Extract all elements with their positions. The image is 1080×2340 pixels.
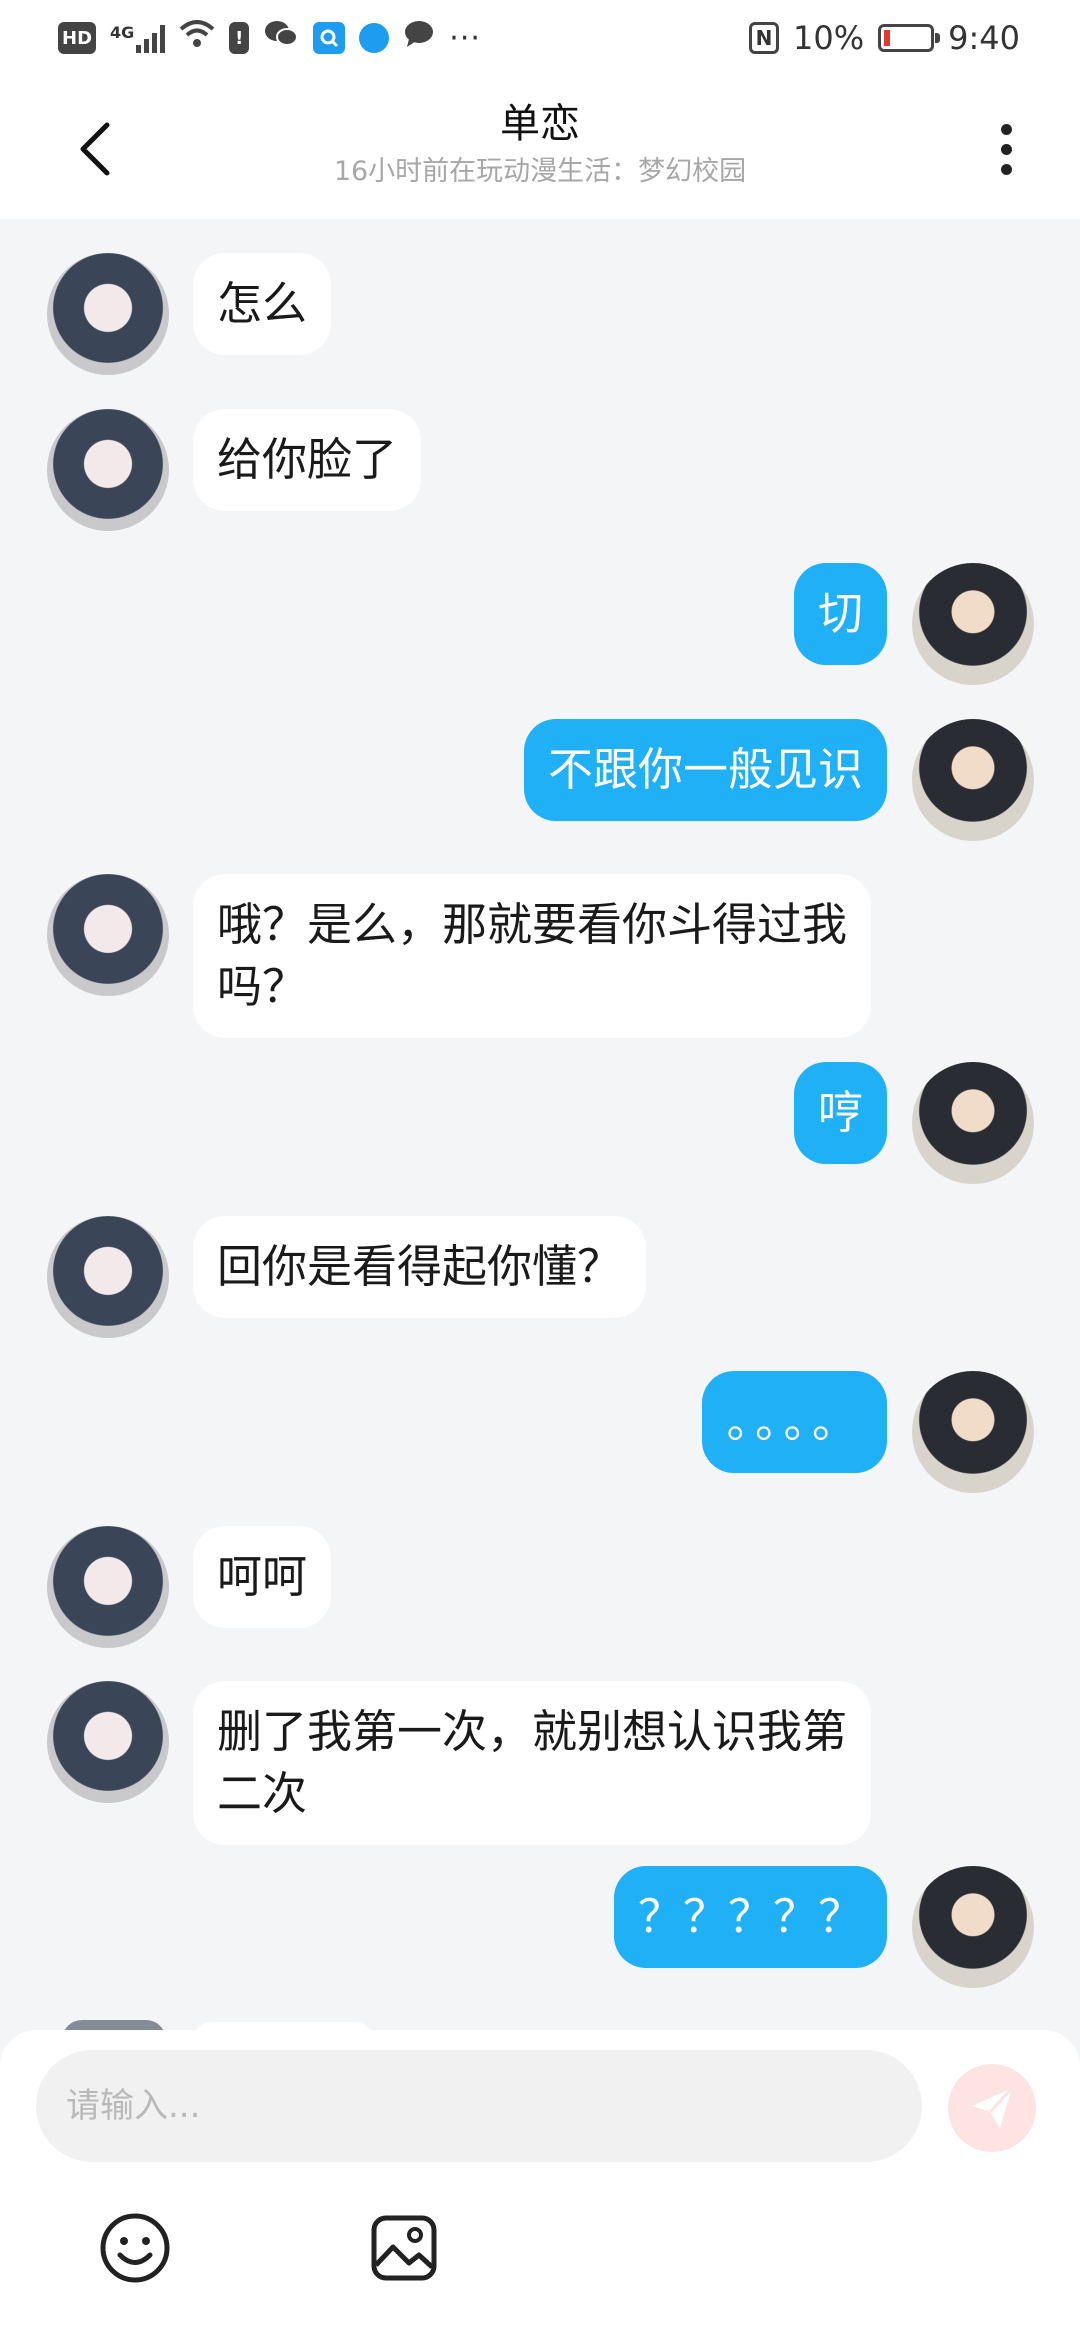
message-bubble[interactable]: 删了我第一次，就别想认识我第 二次 [193,1681,872,1845]
emoji-icon [100,2213,170,2283]
network-type: 4G [110,23,135,42]
wifi-icon [179,19,215,57]
composer [0,2030,1080,2340]
more-button[interactable] [976,114,1036,184]
send-button[interactable] [948,2064,1036,2152]
browser-icon [359,23,390,53]
emoji-button[interactable] [95,2208,175,2288]
send-icon [972,2086,1014,2128]
my-avatar[interactable] [912,1062,1034,1184]
message-bubble[interactable]: 。。。。 [702,1371,887,1473]
message-bubble[interactable]: 哦？是么，那就要看你斗得过我 吗？ [193,874,872,1038]
message-bubble[interactable]: 不跟你一般见识 [523,719,887,821]
page-title: 单恋 [500,101,580,147]
message-bubble[interactable]: 回你是看得起你懂？ [193,1216,647,1318]
contact-avatar[interactable] [47,409,169,531]
message-bubble[interactable]: 哼 [793,1062,887,1164]
message-bubble[interactable]: 怎么 [193,253,332,355]
wechat-icon [263,19,299,57]
more-vertical-icon [1000,123,1012,135]
hd-icon: HD [58,22,97,54]
4g-signal-icon: 4G [110,23,166,53]
message-bubble[interactable]: 切 [793,563,887,665]
more-dots-icon: ··· [449,20,481,56]
image-icon [371,2215,437,2281]
clock: 9:40 [948,19,1020,57]
chat-header: 单恋 16小时前在玩动漫生活：梦幻校园 [0,76,1080,219]
my-avatar[interactable] [912,563,1034,685]
message-bubble[interactable]: ？？？？？ [613,1866,887,1968]
contact-avatar[interactable] [47,874,169,996]
contact-avatar[interactable] [47,1681,169,1803]
status-bar-right: N 10% 9:40 [749,19,1020,57]
contact-avatar[interactable] [47,1216,169,1338]
message-bubble[interactable]: 呵呵 [193,1526,332,1628]
status-bar-left: HD 4G ! ··· [58,19,481,57]
message-list[interactable]: 怎么 给你脸了 切 不跟你一般见识 哦？是么，那就要看你斗得过我 吗？ 哼 回你… [0,219,1080,2030]
contact-avatar[interactable] [47,253,169,375]
nfc-icon: N [749,22,780,54]
contact-avatar[interactable] [47,1526,169,1648]
message-icon [403,19,435,57]
my-avatar[interactable] [912,1866,1034,1988]
alert-icon: ! [229,22,250,54]
header-title-group: 单恋 16小时前在玩动漫生活：梦幻校园 [200,98,880,194]
image-button[interactable] [364,2208,444,2288]
battery-icon [878,24,941,52]
chevron-left-icon [80,122,110,176]
my-avatar[interactable] [912,1371,1034,1493]
my-avatar[interactable] [912,719,1034,841]
message-bubble[interactable]: 给你脸了 [193,409,422,511]
battery-percent: 10% [793,19,865,57]
status-bar: HD 4G ! ··· N 10% 9:40 [0,0,1080,76]
message-input[interactable] [36,2050,922,2162]
page-subtitle: 16小时前在玩动漫生活：梦幻校园 [333,156,747,187]
search-app-icon [313,22,346,54]
back-button[interactable] [60,114,130,184]
